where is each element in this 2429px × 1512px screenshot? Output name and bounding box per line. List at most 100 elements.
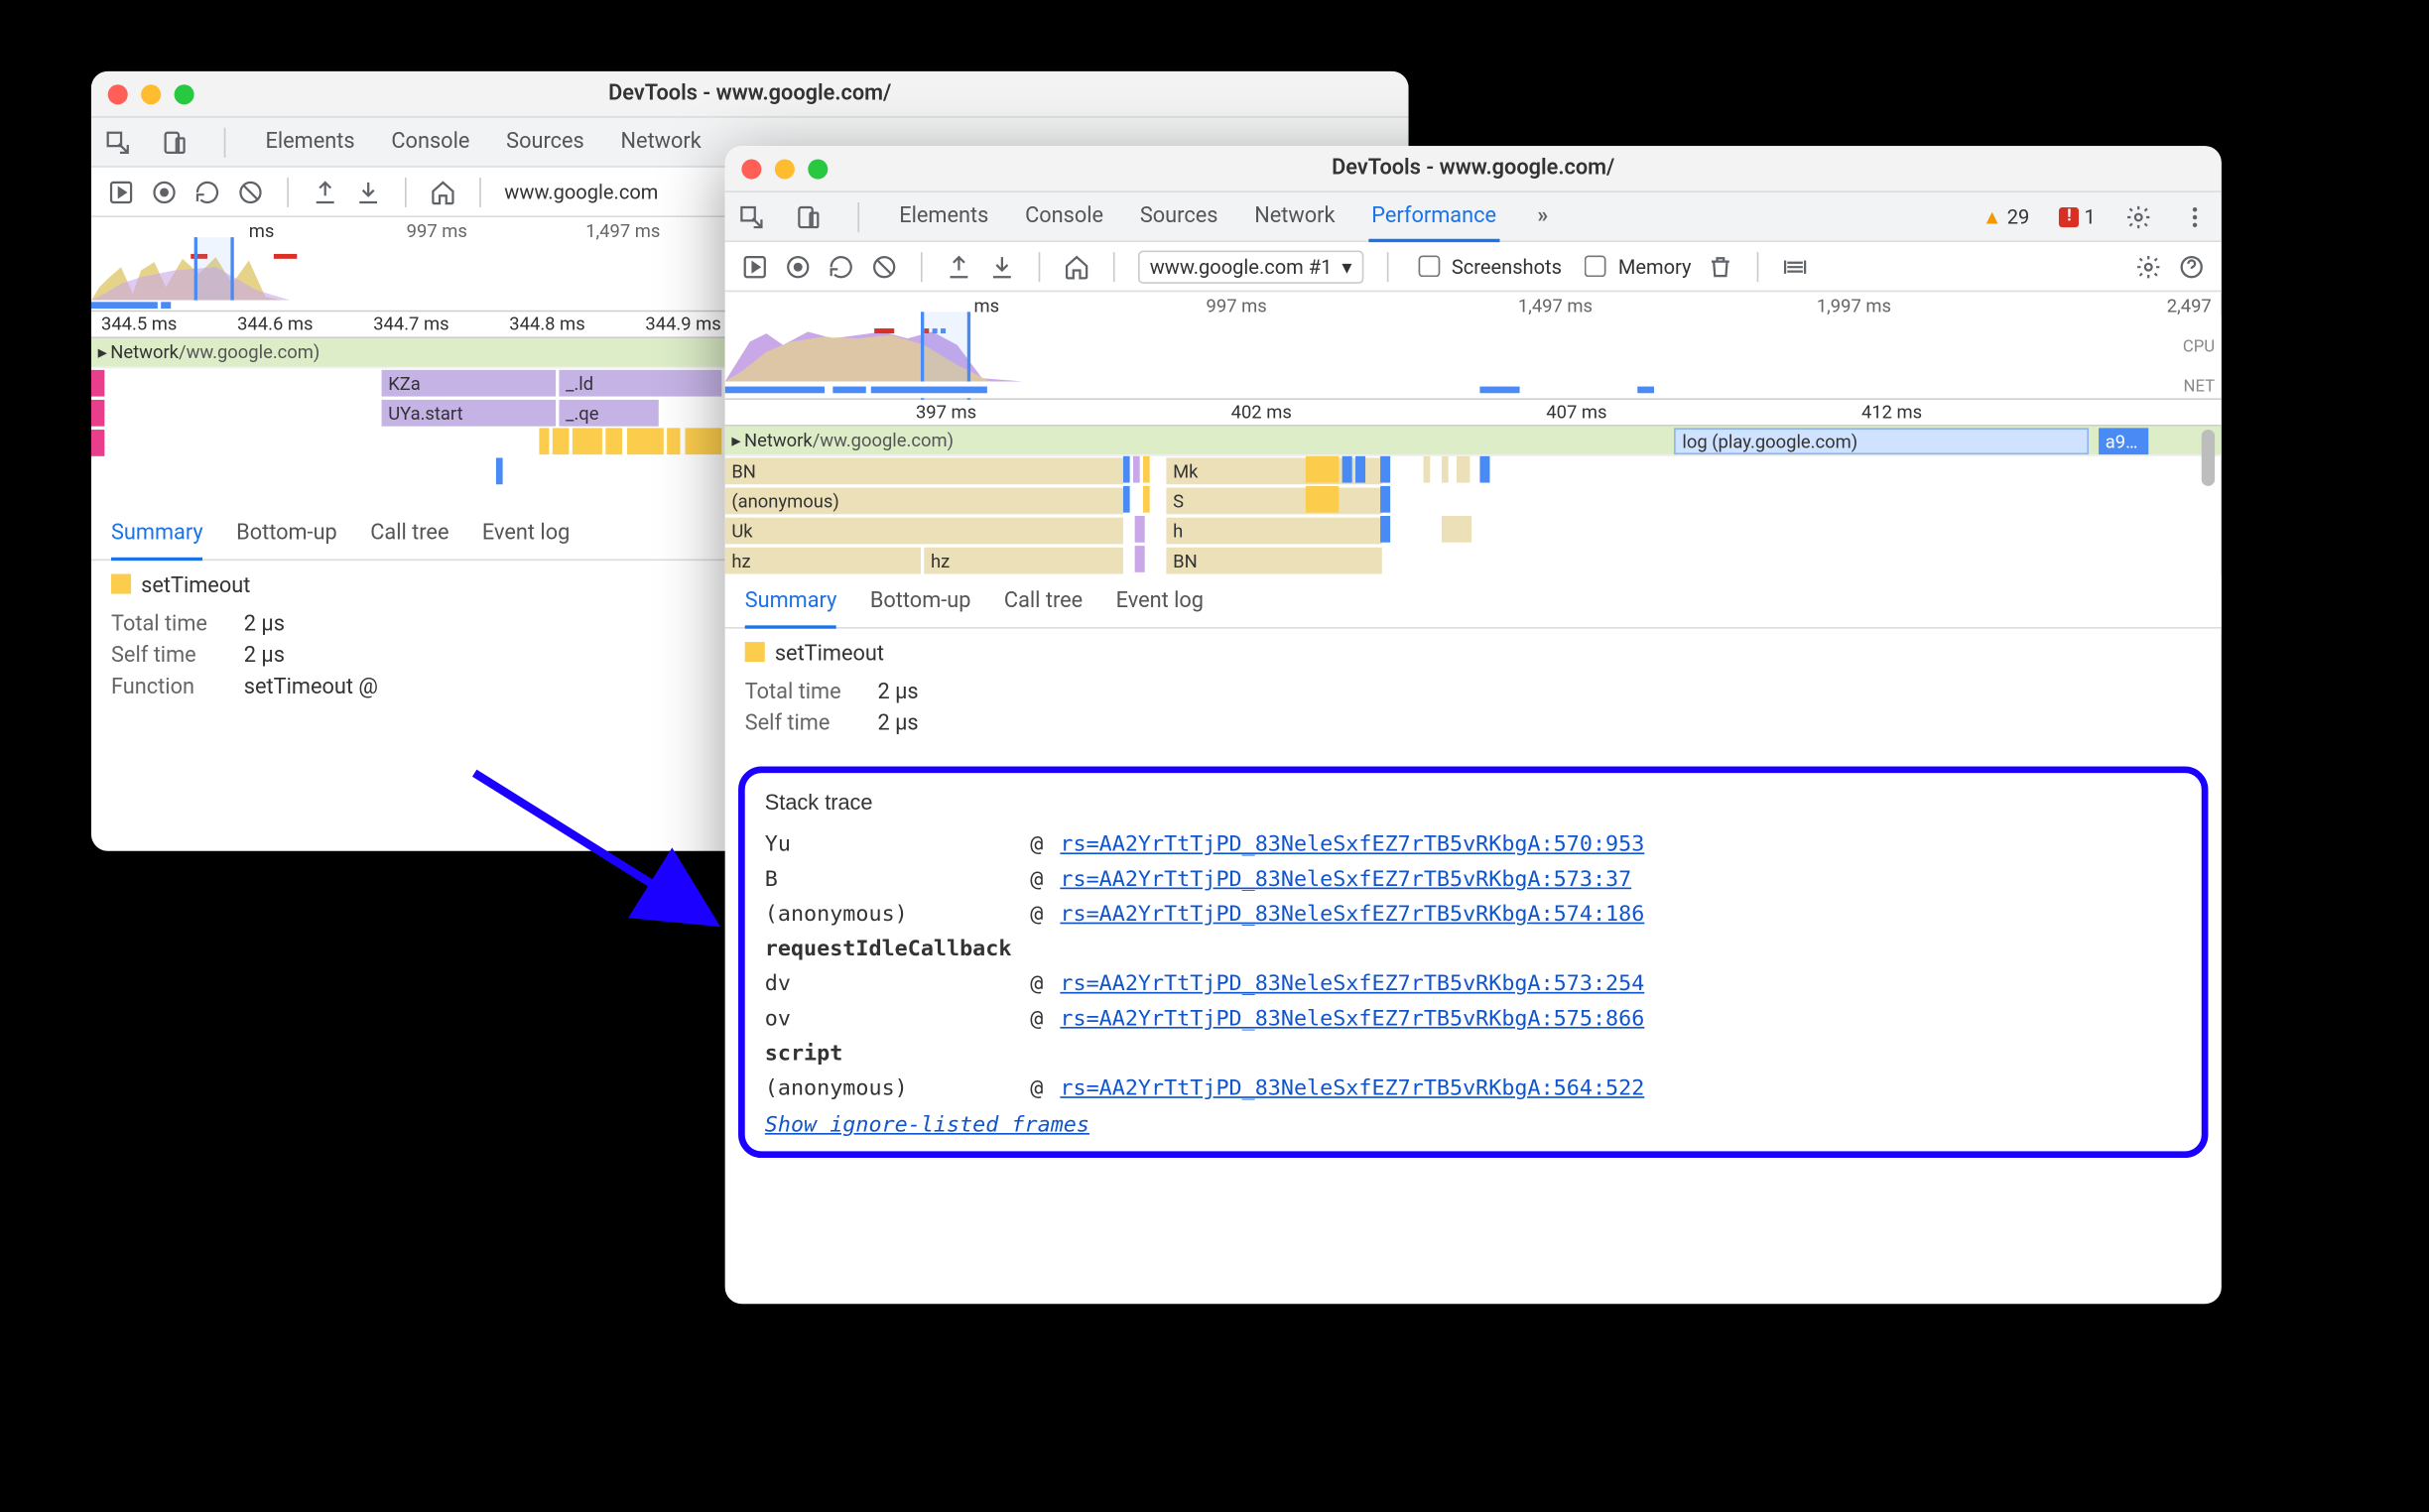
upload-icon[interactable] — [312, 179, 338, 205]
screenshots-checkbox[interactable]: Screenshots — [1412, 250, 1562, 282]
flame-bar[interactable]: hz — [924, 548, 1123, 574]
tab-elements[interactable]: Elements — [262, 119, 358, 164]
network-row[interactable]: ▸ Network /ww.google.com) log (play.goog… — [725, 427, 2222, 456]
shortcuts-icon[interactable] — [1782, 253, 1809, 280]
help-icon[interactable] — [2178, 253, 2205, 280]
subtab-eventlog[interactable]: Event log — [482, 518, 570, 550]
download-icon[interactable] — [355, 179, 382, 205]
device-icon[interactable] — [795, 203, 822, 230]
expand-icon[interactable]: ▸ — [91, 341, 107, 363]
warnings-badge[interactable]: ▲29 — [1982, 204, 2029, 227]
flame-bar[interactable]: KZa — [382, 370, 557, 397]
separator — [1039, 251, 1041, 281]
tab-sources[interactable]: Sources — [503, 119, 587, 164]
profile-selector[interactable]: www.google.com #1 ▾ — [1138, 250, 1363, 283]
tab-console[interactable]: Console — [1022, 194, 1107, 239]
gear-icon[interactable] — [2135, 253, 2162, 280]
trash-icon[interactable] — [1708, 253, 1734, 280]
upload-icon[interactable] — [946, 253, 972, 280]
stack-link[interactable]: rs=AA2YrTtTjPD_83NeleSxfEZ7rTB5vRKbgA:57… — [1060, 903, 1644, 928]
clear-icon[interactable] — [871, 253, 898, 280]
flame-bar[interactable]: BN — [1166, 548, 1381, 574]
subtab-bottomup[interactable]: Bottom-up — [236, 518, 337, 550]
zoom-icon[interactable] — [808, 159, 828, 179]
flame-bar[interactable]: S — [1166, 488, 1381, 515]
expand-icon[interactable]: ▸ — [725, 430, 741, 451]
summary-panel: setTimeout Total time2 μs Self time2 μs — [725, 629, 2222, 753]
flame-bar[interactable]: _.ld — [559, 370, 721, 397]
subtab-eventlog[interactable]: Event log — [1116, 585, 1204, 617]
device-icon[interactable] — [161, 129, 188, 156]
more-tabs-icon[interactable]: » — [1529, 203, 1556, 230]
home-icon[interactable] — [1064, 253, 1090, 280]
network-bar[interactable]: log (play.google.com) — [1674, 428, 2089, 454]
inspect-icon[interactable] — [738, 203, 765, 230]
tab-network[interactable]: Network — [617, 119, 704, 164]
flame-bar[interactable] — [91, 370, 104, 397]
traffic-lights[interactable] — [108, 83, 194, 103]
net-strip: NET — [725, 382, 2222, 399]
tab-performance[interactable]: Performance — [1368, 193, 1499, 241]
stack-link[interactable]: rs=AA2YrTtTjPD_83NeleSxfEZ7rTB5vRKbgA:56… — [1060, 1076, 1644, 1101]
zoom-icon[interactable] — [175, 83, 194, 103]
tab-console[interactable]: Console — [388, 119, 473, 164]
subtab-summary[interactable]: Summary — [111, 518, 203, 561]
flame-bar[interactable]: (anonymous) — [725, 488, 1123, 515]
flame-bar[interactable]: Uk — [725, 518, 1123, 545]
tab-network[interactable]: Network — [1251, 194, 1339, 239]
play-icon[interactable] — [741, 253, 768, 280]
kebab-icon[interactable] — [2182, 203, 2209, 230]
subtab-calltree[interactable]: Call tree — [370, 518, 448, 550]
ruler-tick: 412 ms — [1861, 402, 1922, 424]
close-icon[interactable] — [108, 83, 128, 103]
minimize-icon[interactable] — [775, 159, 795, 179]
titlebar[interactable]: DevTools - www.google.com/ — [91, 71, 1409, 118]
network-bar[interactable]: a9… — [2099, 428, 2148, 454]
separator — [921, 251, 923, 281]
flame-bar[interactable]: hz — [725, 548, 921, 574]
value: 2 μs — [244, 644, 285, 669]
inspect-icon[interactable] — [104, 129, 131, 156]
flame-bar[interactable] — [91, 400, 104, 427]
selection-range[interactable] — [194, 237, 234, 307]
reload-icon[interactable] — [828, 253, 854, 280]
subtab-summary[interactable]: Summary — [745, 585, 837, 628]
record-icon[interactable] — [151, 179, 178, 205]
stack-link[interactable]: rs=AA2YrTtTjPD_83NeleSxfEZ7rTB5vRKbgA:57… — [1060, 867, 1631, 892]
clear-icon[interactable] — [237, 179, 264, 205]
ruler[interactable]: 397 ms 402 ms 407 ms 412 ms — [725, 400, 2222, 427]
cpu-strip[interactable]: CPU — [725, 315, 2222, 382]
flame-bar[interactable]: _.qe — [559, 400, 658, 427]
subtab-calltree[interactable]: Call tree — [1004, 585, 1083, 617]
flame-bar[interactable]: h — [1166, 518, 1381, 545]
stack-link[interactable]: rs=AA2YrTtTjPD_83NeleSxfEZ7rTB5vRKbgA:57… — [1060, 972, 1644, 997]
tab-elements[interactable]: Elements — [896, 194, 992, 239]
reload-icon[interactable] — [194, 179, 221, 205]
flame-chart[interactable]: BN Mk (anonymous) S — [725, 456, 2222, 575]
show-ignore-listed-link[interactable]: Show ignore-listed frames — [765, 1113, 1089, 1138]
titlebar[interactable]: DevTools - www.google.com/ — [725, 146, 2222, 192]
memory-checkbox[interactable]: Memory — [1579, 250, 1692, 282]
stack-fn: dv — [765, 972, 1031, 997]
ruler-tick: 397 ms — [916, 402, 976, 424]
flame-bar[interactable]: BN — [725, 457, 1123, 484]
subtab-bottomup[interactable]: Bottom-up — [870, 585, 971, 617]
value: 2 μs — [244, 612, 285, 637]
selected-name: setTimeout — [775, 642, 884, 667]
overview-timeline[interactable]: ms 997 ms 1,497 ms 1,997 ms 2,497 CPU — [725, 292, 2222, 400]
profile-name: www.google.com #1 — [1150, 255, 1333, 278]
close-icon[interactable] — [741, 159, 761, 179]
minimize-icon[interactable] — [141, 83, 161, 103]
flame-bar[interactable]: UYa.start — [382, 400, 557, 427]
record-icon[interactable] — [785, 253, 812, 280]
play-icon[interactable] — [108, 179, 135, 205]
stack-link[interactable]: rs=AA2YrTtTjPD_83NeleSxfEZ7rTB5vRKbgA:57… — [1060, 1007, 1644, 1032]
gear-icon[interactable] — [2125, 203, 2152, 230]
flame-bar[interactable] — [91, 430, 104, 456]
traffic-lights[interactable] — [741, 159, 828, 179]
tab-sources[interactable]: Sources — [1137, 194, 1221, 239]
download-icon[interactable] — [989, 253, 1016, 280]
errors-badge[interactable]: !1 — [2059, 204, 2095, 227]
home-icon[interactable] — [430, 179, 456, 205]
stack-link[interactable]: rs=AA2YrTtTjPD_83NeleSxfEZ7rTB5vRKbgA:57… — [1060, 832, 1644, 857]
